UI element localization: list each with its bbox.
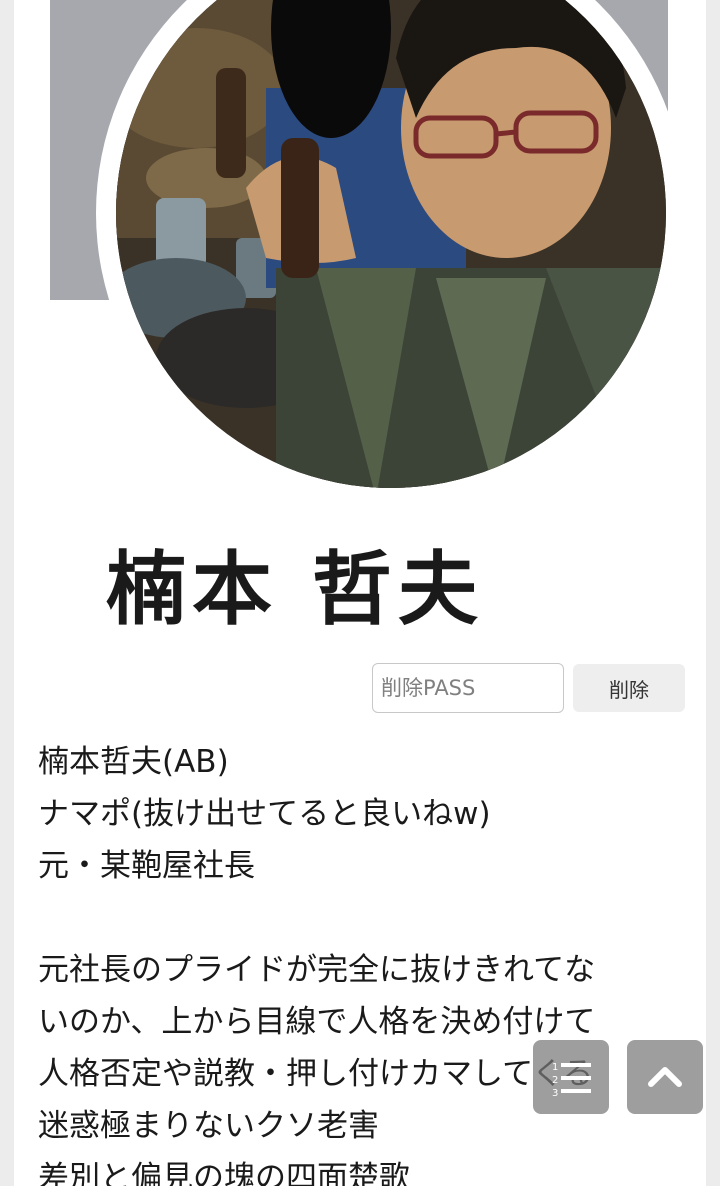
numbered-list-button[interactable]: 1 2 3 xyxy=(533,1040,609,1114)
svg-text:3: 3 xyxy=(552,1088,558,1099)
post-blank-line xyxy=(38,892,694,944)
delete-form: 削除 xyxy=(372,663,685,713)
screen: 楠本 哲夫 削除 楠本哲夫(AB) ナマポ(抜け出せてると良いねw) 元・某鞄屋… xyxy=(0,0,720,1186)
svg-text:2: 2 xyxy=(552,1075,558,1086)
profile-name-image: 楠本 哲夫 xyxy=(100,536,620,636)
delete-button[interactable]: 削除 xyxy=(573,664,685,712)
post-line: 差別と偏見の塊の四面楚歌 xyxy=(38,1160,410,1186)
post-line: 楠本哲夫(AB) xyxy=(38,744,229,780)
scroll-top-button[interactable] xyxy=(627,1040,703,1114)
profile-name-text: 楠本 哲夫 xyxy=(106,543,484,636)
chevron-up-icon xyxy=(648,1067,682,1087)
post-line: 元・某鞄屋社長 xyxy=(38,848,255,884)
svg-text:1: 1 xyxy=(552,1062,558,1073)
delete-password-input[interactable] xyxy=(372,663,564,713)
numbered-list-icon: 1 2 3 xyxy=(552,1062,591,1099)
post-body: 楠本哲夫(AB) ナマポ(抜け出せてると良いねw) 元・某鞄屋社長 元社長のプラ… xyxy=(38,736,694,1186)
post-line: 元社長のプライドが完全に抜けきれてな xyxy=(38,952,596,988)
post-line: ナマポ(抜け出せてると良いねw) xyxy=(38,796,491,832)
